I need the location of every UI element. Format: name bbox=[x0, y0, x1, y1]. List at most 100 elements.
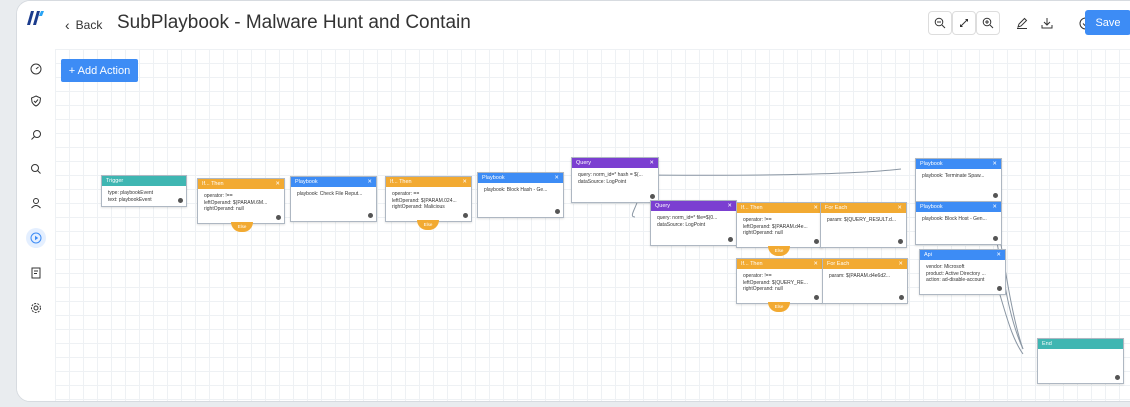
zoom-in-button[interactable] bbox=[976, 11, 1000, 35]
node-header: Api ✕ bbox=[920, 250, 1005, 260]
node-body bbox=[1038, 349, 1123, 357]
close-icon[interactable]: ✕ bbox=[897, 205, 902, 211]
node-title: End bbox=[1042, 341, 1052, 347]
page-title: SubPlaybook - Malware Hunt and Contain bbox=[117, 12, 471, 33]
settings-icon[interactable] bbox=[814, 239, 819, 244]
dashboard-icon[interactable] bbox=[26, 59, 46, 79]
for-each-node[interactable]: For Each ✕ param: $(QUERY_RESULT.d... bbox=[820, 202, 907, 248]
playbook-icon[interactable] bbox=[26, 228, 46, 248]
edit-icon bbox=[1017, 17, 1028, 29]
node-title: Trigger bbox=[106, 178, 124, 184]
report-icon[interactable] bbox=[26, 263, 46, 283]
node-line: playbook: Block Hash - Ge... bbox=[484, 187, 548, 193]
close-icon[interactable]: ✕ bbox=[813, 261, 818, 267]
playbook-node[interactable]: Playbook ✕ playbook: Check File Reput... bbox=[290, 176, 377, 222]
settings-icon[interactable] bbox=[997, 286, 1002, 291]
settings-icon[interactable] bbox=[993, 193, 998, 198]
node-header: If... Then ✕ bbox=[737, 203, 822, 213]
close-icon[interactable]: ✕ bbox=[813, 205, 818, 211]
close-icon[interactable]: ✕ bbox=[992, 161, 997, 167]
node-line: text: playbookEvent bbox=[108, 196, 152, 203]
node-header: If... Then ✕ bbox=[386, 177, 471, 187]
settings-icon[interactable] bbox=[993, 236, 998, 241]
settings-icon[interactable] bbox=[463, 213, 468, 218]
if-then-node[interactable]: If... Then ✕ operator: !== leftOperand: $… bbox=[736, 202, 823, 248]
node-body: vendor: Microsoft product: Active Direct… bbox=[920, 260, 1005, 288]
node-title: If... Then bbox=[741, 205, 763, 211]
if-then-node[interactable]: If... Then ✕ operator: !== leftOperand: $… bbox=[197, 178, 285, 224]
node-title: Api bbox=[924, 252, 932, 258]
node-title: For Each bbox=[825, 205, 848, 211]
close-icon[interactable]: ✕ bbox=[462, 179, 467, 185]
edit-button[interactable] bbox=[1010, 11, 1034, 35]
query-node[interactable]: Query ✕ query: norm_id=* hash = $(... dat… bbox=[571, 157, 659, 203]
playbook-node[interactable]: Playbook ✕ playbook: Block Host - Gen... bbox=[915, 201, 1002, 245]
node-line: playbook: Check File Reput... bbox=[297, 191, 363, 197]
node-body: playbook: Block Host - Gen... bbox=[916, 212, 1001, 227]
node-line: playbook: Block Host - Gen... bbox=[922, 216, 987, 222]
back-label: Back bbox=[75, 18, 103, 32]
node-line: dataSource: LogPoint bbox=[657, 221, 706, 228]
zoom-out-icon bbox=[934, 17, 946, 29]
node-body: playbook: Block Hash - Ge... bbox=[478, 183, 563, 198]
node-line: param: $(PARAM.d4e6d2... bbox=[829, 273, 891, 279]
close-icon[interactable]: ✕ bbox=[367, 179, 372, 185]
settings-icon[interactable] bbox=[276, 215, 281, 220]
if-then-node[interactable]: If... Then ✕ operator: == leftOperand: $(… bbox=[385, 176, 472, 222]
for-each-node[interactable]: For Each ✕ param: $(PARAM.d4e6d2... bbox=[822, 258, 908, 304]
settings-icon[interactable] bbox=[555, 209, 560, 214]
user-icon[interactable] bbox=[26, 193, 46, 213]
node-line: param: $(QUERY_RESULT.d... bbox=[827, 217, 897, 223]
close-icon[interactable]: ✕ bbox=[554, 175, 559, 181]
close-icon[interactable]: ✕ bbox=[992, 204, 997, 210]
settings-icon[interactable] bbox=[898, 239, 903, 244]
node-body: operator: !== leftOperand: $(PARAM.d4e..… bbox=[737, 213, 822, 241]
node-title: Playbook bbox=[482, 175, 505, 181]
zoom-out-button[interactable] bbox=[928, 11, 952, 35]
playbook-node[interactable]: Playbook ✕ playbook: Block Hash - Ge... bbox=[477, 172, 564, 218]
fit-screen-button[interactable] bbox=[952, 11, 976, 35]
settings-icon[interactable] bbox=[368, 213, 373, 218]
close-icon[interactable]: ✕ bbox=[275, 181, 280, 187]
settings-icon[interactable] bbox=[814, 295, 819, 300]
fit-icon bbox=[960, 19, 968, 27]
query-node[interactable]: Query ✕ query: norm_id=* file=$(0... data… bbox=[650, 200, 737, 246]
zoom-in-icon bbox=[982, 17, 994, 29]
settings-icon[interactable] bbox=[728, 237, 733, 242]
settings-icon[interactable] bbox=[178, 198, 183, 203]
if-then-node[interactable]: If... Then ✕ operator: !== leftOperand: $… bbox=[736, 258, 823, 304]
node-body: query: norm_id=* hash = $(... dataSource… bbox=[572, 168, 658, 189]
logo-icon bbox=[27, 11, 44, 25]
header: ‹ Back SubPlaybook - Malware Hunt and Co… bbox=[55, 1, 1130, 49]
node-title: Query bbox=[655, 203, 670, 209]
shield-icon[interactable] bbox=[26, 91, 46, 111]
node-header: Playbook ✕ bbox=[291, 177, 376, 187]
node-title: If... Then bbox=[202, 181, 224, 187]
trigger-node[interactable]: Trigger type: playbookEvent text: playbo… bbox=[101, 175, 187, 207]
settings-icon[interactable] bbox=[899, 295, 904, 300]
node-header: Playbook ✕ bbox=[478, 173, 563, 183]
settings-icon[interactable] bbox=[650, 194, 655, 199]
node-title: Playbook bbox=[295, 179, 318, 185]
close-icon[interactable]: ✕ bbox=[898, 261, 903, 267]
settings-icon[interactable] bbox=[1115, 375, 1120, 380]
node-line: rightOperand: null bbox=[204, 206, 244, 212]
node-body: operator: !== leftOperand: $(QUERY_RE...… bbox=[737, 269, 822, 297]
save-button[interactable]: Save bbox=[1085, 10, 1130, 35]
close-icon[interactable]: ✕ bbox=[727, 203, 732, 209]
node-header: If... Then ✕ bbox=[737, 259, 822, 269]
playbook-node[interactable]: Playbook ✕ playbook: Terminate Spaw... bbox=[915, 158, 1002, 202]
download-button[interactable] bbox=[1035, 11, 1059, 35]
settings-icon[interactable] bbox=[26, 298, 46, 318]
back-button[interactable]: ‹ Back bbox=[65, 17, 102, 33]
node-line: rightOperand: null bbox=[743, 230, 783, 236]
close-icon[interactable]: ✕ bbox=[996, 252, 1001, 258]
end-node[interactable]: End bbox=[1037, 338, 1124, 384]
node-line: rightOperand: Malicious bbox=[392, 204, 445, 210]
node-line: rightOperand: null bbox=[743, 286, 783, 292]
close-icon[interactable]: ✕ bbox=[649, 160, 654, 166]
search-icon[interactable] bbox=[26, 159, 46, 179]
investigate-icon[interactable] bbox=[26, 125, 46, 145]
api-node[interactable]: Api ✕ vendor: Microsoft product: Active D… bbox=[919, 249, 1006, 295]
playbook-canvas[interactable]: + Add Action Trigger type: playbookEvent… bbox=[55, 49, 1130, 401]
